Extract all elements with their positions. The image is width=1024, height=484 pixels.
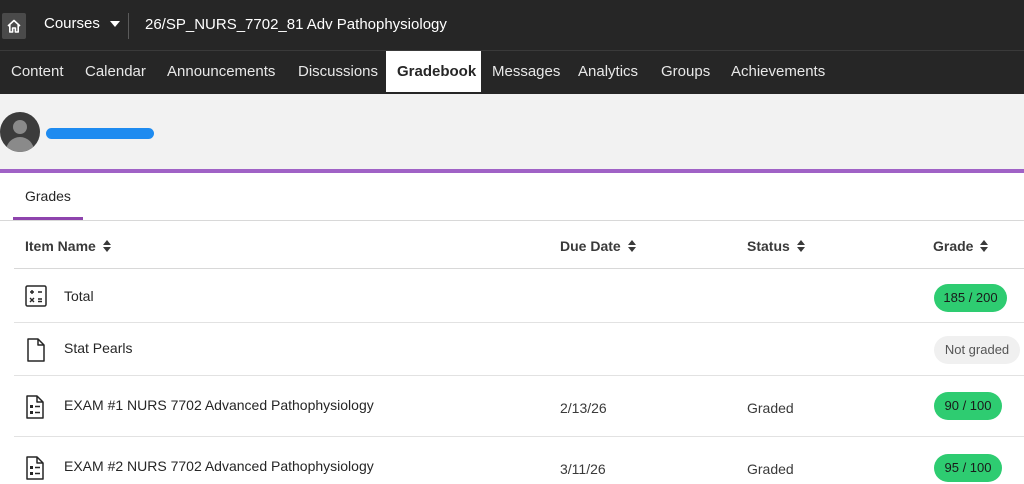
table-row[interactable]: Total 185 / 200: [14, 270, 1024, 323]
tab-analytics[interactable]: Analytics: [567, 51, 649, 95]
grade-pill[interactable]: 95 / 100: [934, 454, 1002, 482]
tab-achievements[interactable]: Achievements: [720, 51, 836, 95]
top-bar: Courses 26/SP_NURS_7702_81 Adv Pathophys…: [0, 0, 1024, 50]
column-grade[interactable]: Grade: [933, 238, 989, 254]
grade-pill[interactable]: Not graded: [934, 336, 1020, 364]
column-label: Grade: [933, 238, 974, 254]
grade-pill[interactable]: 90 / 100: [934, 392, 1002, 420]
tab-announcements[interactable]: Announcements: [156, 51, 286, 95]
table-row[interactable]: EXAM #2 NURS 7702 Advanced Pathophysiolo…: [14, 437, 1024, 484]
table-row[interactable]: EXAM #1 NURS 7702 Advanced Pathophysiolo…: [14, 376, 1024, 437]
tab-discussions[interactable]: Discussions: [287, 51, 389, 95]
tab-content[interactable]: Content: [0, 51, 75, 95]
student-profile: [0, 94, 1024, 170]
grades-subtabs: Grades: [0, 173, 1024, 221]
course-nav: Content Calendar Announcements Discussio…: [0, 50, 1024, 95]
test-icon: [26, 395, 44, 419]
due-date: 2/13/26: [560, 400, 607, 416]
sort-icon: [102, 240, 111, 252]
home-button[interactable]: [2, 13, 26, 39]
sort-icon: [796, 240, 805, 252]
column-item-name[interactable]: Item Name: [25, 238, 111, 254]
table-row[interactable]: Stat Pearls Not graded: [14, 323, 1024, 376]
item-name: EXAM #2 NURS 7702 Advanced Pathophysiolo…: [64, 458, 374, 474]
course-title: 26/SP_NURS_7702_81 Adv Pathophysiology: [145, 16, 447, 33]
column-due-date[interactable]: Due Date: [560, 238, 636, 254]
courses-label: Courses: [44, 15, 100, 32]
column-label: Due Date: [560, 238, 621, 254]
document-icon: [27, 338, 45, 362]
status-text: Graded: [747, 461, 794, 477]
redacted-student-name: [46, 128, 154, 139]
divider: [128, 13, 129, 39]
column-label: Item Name: [25, 238, 96, 254]
courses-dropdown[interactable]: Courses: [44, 15, 120, 32]
status-text: Graded: [747, 400, 794, 416]
grades-table-header: Item Name Due Date Status Grade: [14, 221, 1024, 269]
caret-down-icon: [109, 20, 120, 27]
item-name: Total: [64, 288, 94, 304]
item-name: Stat Pearls: [64, 340, 133, 356]
user-avatar-icon: [0, 112, 40, 152]
column-label: Status: [747, 238, 790, 254]
home-icon: [7, 19, 21, 33]
grade-pill[interactable]: 185 / 200: [934, 284, 1007, 312]
test-icon: [26, 456, 44, 480]
tab-gradebook[interactable]: Gradebook: [386, 51, 481, 95]
tab-grades[interactable]: Grades: [13, 173, 83, 220]
due-date: 3/11/26: [560, 461, 606, 477]
tab-groups[interactable]: Groups: [650, 51, 721, 95]
calculator-icon: [25, 285, 47, 307]
tab-calendar[interactable]: Calendar: [74, 51, 157, 95]
sort-icon: [627, 240, 636, 252]
item-name: EXAM #1 NURS 7702 Advanced Pathophysiolo…: [64, 397, 374, 413]
sort-icon: [980, 240, 989, 252]
column-status[interactable]: Status: [747, 238, 805, 254]
tab-messages[interactable]: Messages: [481, 51, 571, 95]
